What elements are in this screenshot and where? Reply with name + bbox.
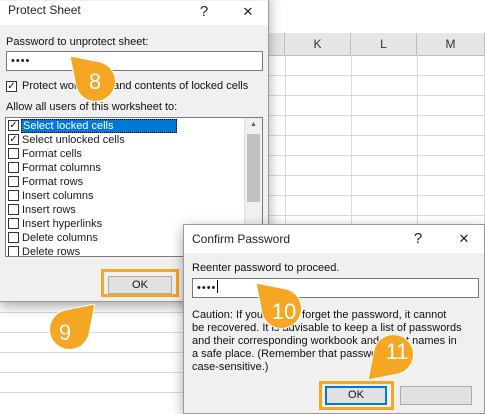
- permission-label: Select unlocked cells: [22, 134, 125, 146]
- permission-item[interactable]: Insert rows: [6, 203, 238, 217]
- protect-checkbox-label: Protect worksheet and contents of locked…: [22, 80, 249, 92]
- password-label: Password to unprotect sheet:: [6, 36, 149, 48]
- grid-line: [268, 215, 485, 216]
- permission-label: Format columns: [22, 162, 101, 174]
- permission-checkbox[interactable]: ✓: [8, 120, 19, 131]
- password-value: ••••: [197, 282, 217, 294]
- permission-label: Insert hyperlinks: [22, 218, 103, 230]
- step-number: 10: [271, 299, 297, 324]
- step-number: 8: [88, 69, 102, 94]
- permission-checkbox[interactable]: [8, 190, 19, 201]
- grid-line: [268, 195, 485, 196]
- reenter-label: Reenter password to proceed.: [192, 262, 340, 274]
- cancel-button[interactable]: [400, 386, 472, 405]
- help-icon[interactable]: ?: [406, 228, 430, 250]
- scroll-thumb[interactable]: [247, 134, 260, 202]
- permission-label: Format cells: [22, 148, 82, 160]
- password-value: ••••: [11, 55, 31, 67]
- ok-button-highlight: [101, 269, 179, 297]
- permission-checkbox[interactable]: ✓: [8, 134, 19, 145]
- close-icon[interactable]: ✕: [236, 1, 260, 23]
- permission-label: Delete rows: [22, 246, 81, 257]
- column-header-blank[interactable]: [268, 33, 285, 55]
- permission-item[interactable]: Insert columns: [6, 189, 238, 203]
- permission-item[interactable]: Format rows: [6, 175, 238, 189]
- confirm-password-titlebar[interactable]: Confirm Password ? ✕: [184, 225, 484, 253]
- grid-line: [268, 95, 485, 96]
- step-number: 9: [58, 320, 72, 345]
- scroll-up-icon[interactable]: ▲: [245, 118, 262, 132]
- permission-label: Delete columns: [22, 232, 98, 244]
- grid-line: [268, 135, 485, 136]
- permission-item[interactable]: Format columns: [6, 161, 238, 175]
- grid-line: [268, 155, 485, 156]
- permission-checkbox[interactable]: [8, 176, 19, 187]
- caution-line: Caution: If you lose or forget the passw…: [192, 309, 447, 321]
- column-header-m[interactable]: M: [417, 33, 485, 55]
- reenter-password-field[interactable]: ••••: [192, 278, 479, 298]
- permission-item[interactable]: Format cells: [6, 147, 238, 161]
- dialog-title: Protect Sheet: [8, 3, 81, 17]
- protect-checkbox[interactable]: ✓: [6, 81, 17, 92]
- protect-sheet-titlebar[interactable]: Protect Sheet ? ✕: [0, 1, 268, 25]
- close-icon[interactable]: ✕: [452, 228, 476, 250]
- step-badge-11: 11: [368, 330, 418, 380]
- dialog-title: Confirm Password: [192, 232, 291, 246]
- permission-checkbox[interactable]: [8, 148, 19, 159]
- column-header-row: K L M: [268, 33, 485, 56]
- step-badge-8: 8: [70, 56, 120, 106]
- permission-checkbox[interactable]: [8, 246, 19, 256]
- text-caret: [217, 280, 219, 293]
- grid-line: [268, 75, 485, 76]
- grid-line: [0, 372, 190, 373]
- grid-line: [0, 332, 190, 333]
- permission-checkbox[interactable]: [8, 204, 19, 215]
- grid-line: [0, 392, 190, 393]
- permission-item[interactable]: ✓ Select locked cells: [6, 119, 238, 133]
- grid-line: [0, 312, 190, 313]
- column-header-k[interactable]: K: [285, 33, 351, 55]
- permission-checkbox[interactable]: [8, 218, 19, 229]
- ok-button-highlight: [319, 381, 394, 410]
- grid-line: [0, 352, 190, 353]
- step-number: 11: [385, 339, 409, 364]
- step-badge-9: 9: [45, 304, 95, 354]
- permission-label: Format rows: [22, 176, 84, 188]
- permission-label: Insert columns: [22, 190, 94, 202]
- permission-checkbox[interactable]: [8, 232, 19, 243]
- step-badge-10: 10: [256, 283, 306, 333]
- permission-checkbox[interactable]: [8, 162, 19, 173]
- column-header-l[interactable]: L: [351, 33, 417, 55]
- permission-item[interactable]: ✓ Select unlocked cells: [6, 133, 238, 147]
- help-icon[interactable]: ?: [192, 1, 216, 23]
- permission-label: Select locked cells: [21, 119, 177, 133]
- grid-line: [268, 115, 485, 116]
- confirm-password-dialog: Confirm Password ? ✕ Reenter password to…: [183, 224, 485, 414]
- password-field[interactable]: ••••: [6, 51, 263, 71]
- permission-label: Insert rows: [22, 204, 76, 216]
- grid-line: [268, 175, 485, 176]
